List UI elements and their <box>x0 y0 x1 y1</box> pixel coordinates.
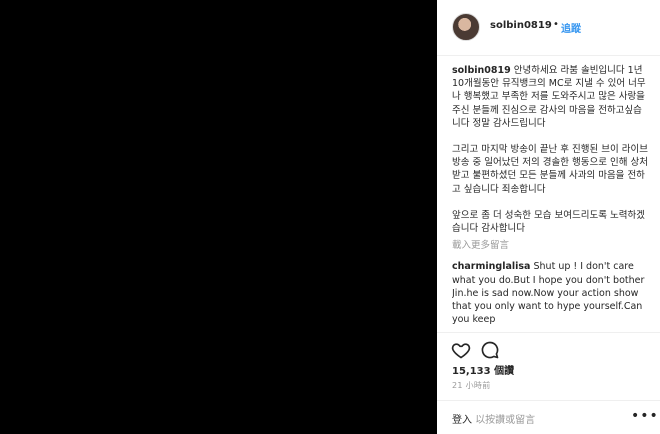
comments-section[interactable]: solbin0819 안녕하세요 라붐 솔빈입니다 1년 10개월동안 뮤직뱅크… <box>452 64 650 330</box>
load-more-comments-button[interactable]: 載入更多留言 <box>452 239 650 252</box>
user-avatar[interactable] <box>452 13 480 41</box>
login-prompt-text: 以按讚或留言 <box>475 415 536 426</box>
post-timestamp[interactable]: 21 小時前 <box>452 380 491 391</box>
comment-item: charminglalisa Shut up ! I don't care wh… <box>452 260 650 326</box>
post-side-panel: solbin0819 • 追蹤 solbin0819 안녕하세요 라붐 솔빈입니… <box>437 0 660 434</box>
like-count[interactable]: 15,133 個讚 <box>452 362 514 377</box>
caption-paragraph-3: 앞으로 좀 더 성숙한 모습 보여드리도록 노력하겠습니다 감사합니다 <box>452 209 645 235</box>
header-username[interactable]: solbin0819 <box>490 20 552 31</box>
action-bar <box>437 332 660 362</box>
separator-dot: • <box>553 19 559 30</box>
follow-button[interactable]: 追蹤 <box>561 20 581 35</box>
comment-username[interactable]: charminglalisa <box>452 261 530 272</box>
login-link[interactable]: 登入 <box>452 415 472 426</box>
caption-paragraph-2: 그리고 마지막 방송이 끝난 후 진행된 브이 라이브 방송 중 일어났던 저의… <box>452 144 648 195</box>
post-footer: 登入 以按讚或留言 ••• <box>437 400 660 434</box>
heart-outline-icon[interactable] <box>451 340 471 360</box>
speech-bubble-icon[interactable] <box>480 340 500 360</box>
post-header: solbin0819 • 追蹤 <box>437 0 660 56</box>
login-prompt: 登入 以按讚或留言 <box>452 411 535 426</box>
post-media[interactable] <box>0 0 437 434</box>
more-options-icon[interactable]: ••• <box>631 408 659 424</box>
caption-username[interactable]: solbin0819 <box>452 65 511 76</box>
caption: solbin0819 안녕하세요 라붐 솔빈입니다 1년 10개월동안 뮤직뱅크… <box>452 64 650 235</box>
caption-paragraph-1: solbin0819 안녕하세요 라붐 솔빈입니다 1년 10개월동안 뮤직뱅크… <box>452 64 650 130</box>
